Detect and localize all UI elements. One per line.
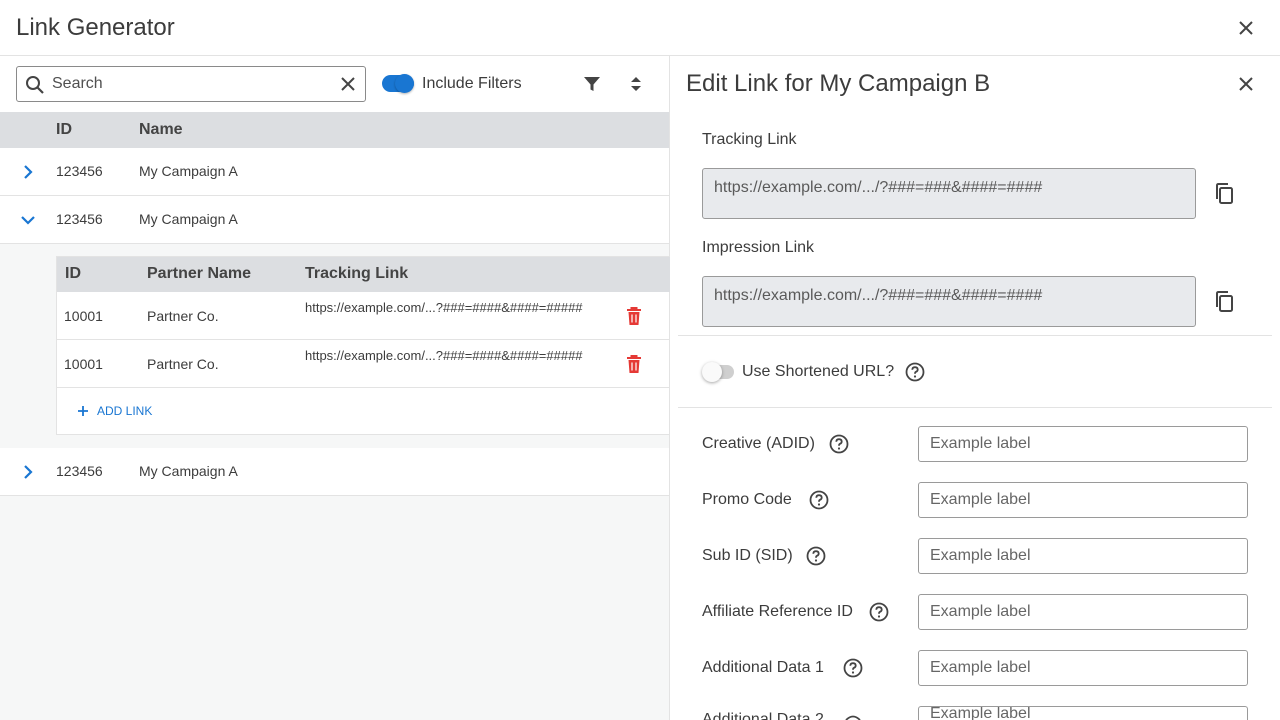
campaign-list-panel: Search Include Filters ID Name 123456 My… (0, 56, 670, 720)
edit-panel-title: Edit Link for My Campaign B (686, 70, 991, 97)
column-header-tracking-link: Tracking Link (305, 265, 409, 282)
trash-icon[interactable] (625, 306, 643, 326)
list-toolbar: Search Include Filters (0, 56, 669, 112)
campaign-name: My Campaign A (139, 211, 238, 227)
column-header-id: ID (56, 121, 72, 138)
add-link-label: ADD LINK (97, 404, 153, 418)
partner-tracking-link: https://example.com/...?###=####&####=##… (305, 300, 583, 315)
partner-name: Partner Co. (147, 308, 219, 324)
partner-tracking-link: https://example.com/...?###=####&####=##… (305, 348, 583, 363)
tracking-link-field[interactable]: https://example.com/.../?###=###&####=##… (702, 168, 1196, 219)
campaign-id: 123456 (56, 463, 103, 479)
help-icon[interactable] (806, 546, 826, 566)
table-row[interactable]: 123456 My Campaign A (0, 148, 669, 196)
copy-icon[interactable] (1212, 290, 1236, 314)
divider (678, 407, 1272, 408)
trash-icon[interactable] (625, 354, 643, 374)
link-generator-app: Link Generator Search Include Filters ID… (0, 0, 1280, 720)
impression-link-label: Impression Link (702, 239, 815, 256)
campaign-id: 123456 (56, 211, 103, 227)
close-icon (1239, 77, 1253, 91)
clear-search-icon[interactable] (339, 75, 357, 93)
additional-data-1-input[interactable] (918, 650, 1248, 686)
creative-adid-input[interactable] (918, 426, 1248, 462)
close-icon (1239, 21, 1253, 35)
divider (678, 335, 1272, 336)
include-filters-toggle[interactable] (382, 74, 414, 93)
partner-id: 10001 (64, 308, 103, 324)
chevron-right-icon[interactable] (18, 462, 38, 482)
title-bar: Link Generator (0, 0, 1280, 56)
table-row: 10001 Partner Co. https://example.com/..… (57, 340, 670, 388)
campaign-name: My Campaign A (139, 163, 238, 179)
campaign-id: 123456 (56, 163, 103, 179)
sub-id-input[interactable] (918, 538, 1248, 574)
partner-links-table: ID Partner Name Tracking Link 10001 Part… (56, 256, 670, 435)
close-panel-button[interactable] (1234, 72, 1258, 96)
help-icon[interactable] (843, 714, 863, 720)
affiliate-reference-id-input[interactable] (918, 594, 1248, 630)
help-icon[interactable] (905, 362, 925, 382)
promo-code-input[interactable] (918, 482, 1248, 518)
campaign-name: My Campaign A (139, 463, 238, 479)
copy-icon[interactable] (1212, 182, 1236, 206)
search-input[interactable]: Search (16, 66, 366, 102)
additional-data-1-label: Additional Data 1 (702, 659, 824, 676)
help-icon[interactable] (843, 658, 863, 678)
partner-id: 10001 (64, 356, 103, 372)
additional-data-2-label: Additional Data 2 (702, 712, 824, 720)
plus-icon (78, 406, 88, 416)
table-row[interactable]: 123456 My Campaign A (0, 448, 669, 496)
impression-link-field[interactable]: https://example.com/.../?###=###&####=##… (702, 276, 1196, 327)
table-row[interactable]: 123456 My Campaign A (0, 196, 669, 244)
promo-code-label: Promo Code (702, 491, 792, 508)
column-header-id: ID (65, 265, 81, 282)
search-placeholder: Search (52, 75, 103, 92)
edit-link-panel: Edit Link for My Campaign B Tracking Lin… (670, 56, 1280, 720)
column-header-name: Name (139, 121, 183, 138)
table-row: 10001 Partner Co. https://example.com/..… (57, 292, 670, 340)
column-header-partner-name: Partner Name (147, 265, 252, 282)
tracking-link-value: https://example.com/.../?###=###&####=##… (714, 179, 1043, 196)
partner-name: Partner Co. (147, 356, 219, 372)
close-window-button[interactable] (1234, 16, 1258, 40)
filter-icon[interactable] (582, 74, 602, 94)
add-link-button[interactable]: ADD LINK (77, 404, 152, 418)
chevron-right-icon[interactable] (18, 162, 38, 182)
additional-data-2-label-text: Additional Data 2 (702, 712, 824, 720)
search-icon (26, 76, 44, 94)
help-icon[interactable] (809, 490, 829, 510)
chevron-down-icon[interactable] (18, 210, 38, 230)
shortened-url-toggle[interactable] (702, 362, 734, 382)
help-icon[interactable] (829, 434, 849, 454)
creative-adid-label: Creative (ADID) (702, 435, 815, 452)
sort-icon[interactable] (626, 74, 646, 94)
campaign-table-header: ID Name (0, 112, 669, 148)
partner-table-header: ID Partner Name Tracking Link (57, 257, 670, 292)
tracking-link-label: Tracking Link (702, 131, 797, 148)
shortened-url-label: Use Shortened URL? (742, 363, 895, 380)
impression-link-value: https://example.com/.../?###=###&####=##… (714, 287, 1043, 304)
window-title: Link Generator (16, 14, 175, 41)
help-icon[interactable] (869, 602, 889, 622)
include-filters-label: Include Filters (422, 75, 522, 92)
additional-data-2-input[interactable] (918, 706, 1248, 720)
sub-id-label: Sub ID (SID) (702, 547, 793, 564)
affiliate-reference-id-label: Affiliate Reference ID (702, 603, 853, 620)
